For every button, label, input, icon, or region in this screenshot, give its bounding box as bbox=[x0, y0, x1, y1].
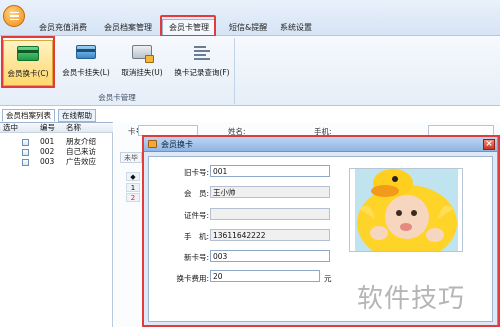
cancel-lost-label: 取消挂失(U) bbox=[121, 68, 163, 77]
list-item[interactable]: 001 朋友介绍 bbox=[0, 137, 113, 147]
tab-sms-reminder[interactable]: 短信&提醒 bbox=[222, 19, 274, 35]
tree-header: 选中 编号 名称 bbox=[0, 123, 113, 133]
phone-field: 13611642222 bbox=[210, 229, 330, 241]
tab-member-list[interactable]: 会员档案列表 bbox=[2, 109, 55, 122]
row-code: 001 bbox=[40, 137, 55, 146]
records-query-button[interactable]: 换卡记录查询(F) bbox=[170, 40, 234, 86]
ribbon-group-label: 会员卡管理 bbox=[98, 93, 136, 102]
row-checkbox[interactable] bbox=[22, 149, 29, 156]
fee-unit: 元 bbox=[324, 274, 332, 283]
tab-recharge-consume[interactable]: 会员充值消费 bbox=[32, 19, 94, 35]
row-name: 自己来访 bbox=[66, 147, 96, 156]
tab-online-help[interactable]: 在线帮助 bbox=[58, 109, 96, 122]
row-code: 003 bbox=[40, 157, 55, 166]
fee-label: 换卡费用: bbox=[176, 274, 209, 283]
app-menu-button[interactable] bbox=[3, 5, 25, 27]
grid-marker: ◆ bbox=[126, 172, 140, 181]
report-lost-label: 会员卡挂失(L) bbox=[62, 68, 110, 77]
member-field: 王小帅 bbox=[210, 186, 330, 198]
grid-action-button[interactable]: 未毕 bbox=[120, 152, 142, 163]
watermark-text: 软件技巧 bbox=[357, 284, 466, 314]
button-highlight-box bbox=[1, 36, 55, 88]
row-name: 朋友介绍 bbox=[66, 137, 96, 146]
row-checkbox[interactable] bbox=[22, 159, 29, 166]
grid-row-number: 2 bbox=[126, 193, 140, 202]
col-selected: 选中 bbox=[3, 123, 18, 132]
card-lost-icon bbox=[73, 43, 99, 63]
records-query-label: 换卡记录查询(F) bbox=[174, 68, 230, 77]
tab-highlight-box bbox=[160, 15, 216, 37]
phone-label: 手 机: bbox=[183, 232, 209, 241]
col-name: 名称 bbox=[66, 123, 81, 132]
row-code: 002 bbox=[40, 147, 55, 156]
row-name: 广告效应 bbox=[66, 157, 96, 166]
list-item[interactable]: 003 广告效应 bbox=[0, 157, 113, 167]
new-card-label: 新卡号: bbox=[183, 253, 209, 262]
id-number-field bbox=[210, 208, 330, 220]
list-item[interactable]: 002 自己来访 bbox=[0, 147, 113, 157]
old-card-field[interactable]: 001 bbox=[210, 165, 330, 177]
row-checkbox[interactable] bbox=[22, 139, 29, 146]
tab-system-settings[interactable]: 系统设置 bbox=[273, 19, 319, 35]
records-icon bbox=[189, 43, 215, 63]
grid-row-number: 1 bbox=[126, 183, 140, 192]
id-number-label: 证件号: bbox=[183, 211, 209, 220]
report-lost-button[interactable]: 会员卡挂失(L) bbox=[58, 40, 114, 86]
cancel-lost-icon bbox=[129, 43, 155, 63]
fee-field[interactable]: 20 bbox=[210, 270, 320, 282]
member-label: 会 员: bbox=[183, 189, 209, 198]
new-card-field[interactable]: 003 bbox=[210, 250, 330, 262]
tab-archive-management[interactable]: 会员档案管理 bbox=[97, 19, 159, 35]
cancel-lost-button[interactable]: 取消挂失(U) bbox=[116, 40, 168, 86]
old-card-label: 旧卡号: bbox=[183, 168, 209, 177]
col-code: 编号 bbox=[40, 123, 55, 132]
member-photo bbox=[355, 169, 458, 251]
